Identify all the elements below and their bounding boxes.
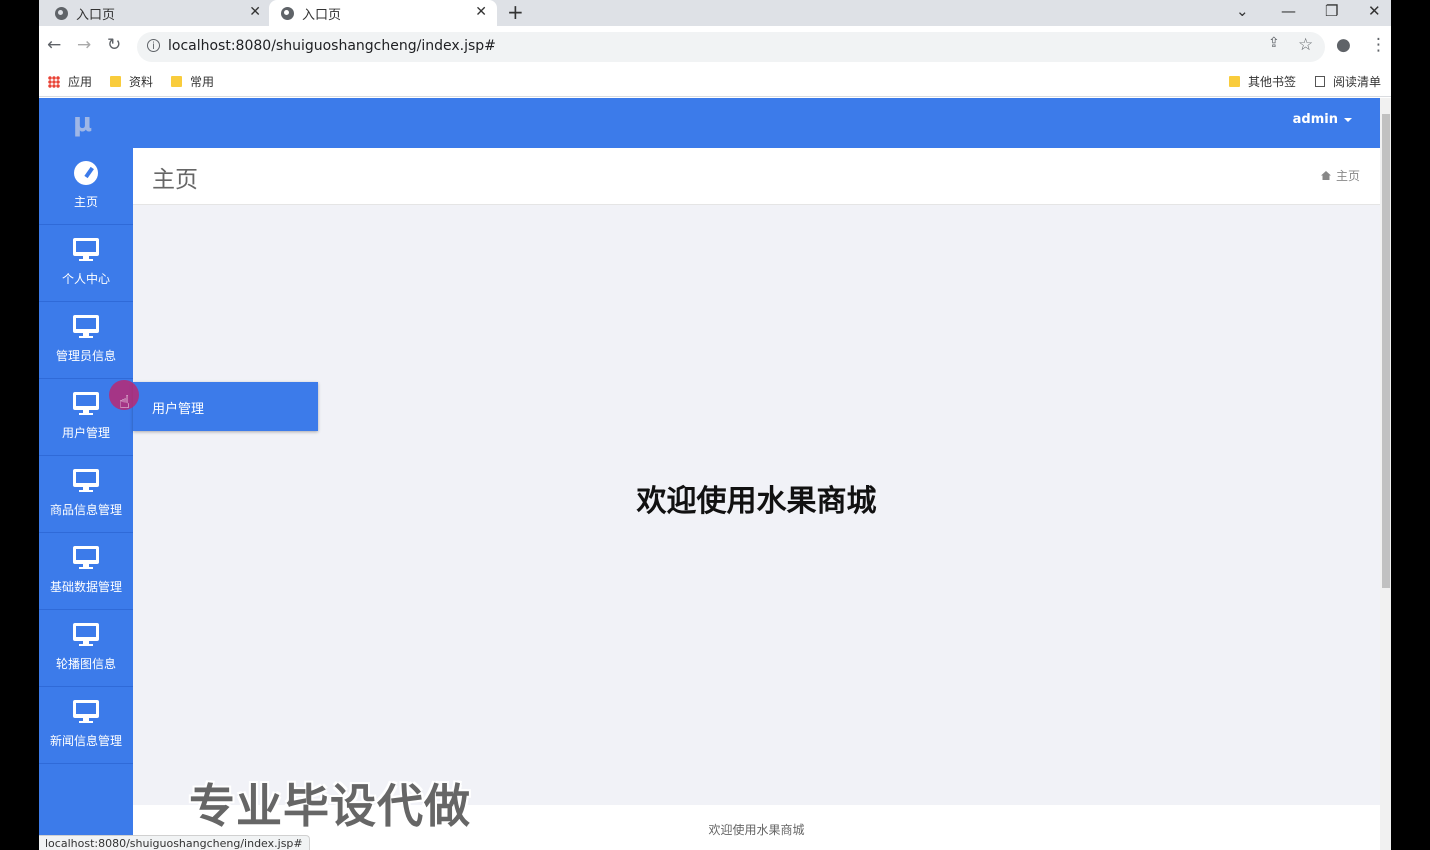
sidebar-item-label: 管理员信息 [55,349,116,363]
monitor-icon [73,546,99,570]
sidebar-item-label: 轮播图信息 [55,657,116,671]
browser-tab-1[interactable]: 入口页 ✕ [43,0,271,26]
menu-kebab-icon[interactable]: ⋮ [1370,35,1387,55]
window-close-icon[interactable]: ✕ [1368,0,1381,24]
bookmark-star-icon[interactable]: ☆ [1298,35,1313,55]
tab-bar: 入口页 ✕ 入口页 ✕ + ⌄ — ❐ ✕ [39,0,1391,26]
url-text: localhost:8080/shuiguoshangcheng/index.j… [168,38,496,54]
sidebar-item-profile[interactable]: 个人中心 [39,225,133,302]
submenu-item-label: 用户管理 [152,402,205,417]
top-header: μ admin [39,98,1380,148]
monitor-icon [73,315,99,339]
new-tab-button[interactable]: + [507,0,524,26]
share-icon[interactable]: ⇪ [1268,35,1280,51]
browser-toolbar: ← → ↻ i localhost:8080/shuiguoshangcheng… [39,26,1391,66]
sidebar-item-base-data[interactable]: 基础数据管理 [39,533,133,610]
monitor-icon [73,623,99,647]
sidebar-item-admin-info[interactable]: 管理员信息 [39,302,133,379]
other-bookmarks[interactable]: 其他书签 [1229,73,1296,90]
bookmark-label: 应用 [68,75,93,89]
globe-icon [281,6,294,20]
page-scrollbar[interactable] [1380,98,1391,850]
monitor-icon [73,700,99,724]
bookmark-label: 阅读清单 [1333,75,1382,89]
page-title: 主页 [152,167,198,193]
dashboard-icon [73,161,99,185]
minimize-icon[interactable]: — [1281,0,1296,24]
browser-window: 入口页 ✕ 入口页 ✕ + ⌄ — ❐ ✕ ← → ↻ i localhost:… [39,0,1391,850]
logo: μ [73,108,93,138]
bookmarks-bar: 应用 资料 常用 其他书签 阅读清单 [39,66,1391,97]
address-bar[interactable]: i localhost:8080/shuiguoshangcheng/index… [137,32,1325,62]
tab-search-icon[interactable]: ⌄ [1236,0,1249,24]
info-icon[interactable]: i [147,39,160,52]
monitor-icon [73,238,99,262]
sidebar-item-label: 基础数据管理 [49,580,122,594]
bookmark-label: 资料 [129,75,154,89]
bookmark-apps[interactable]: 应用 [48,73,92,90]
back-icon[interactable]: ← [47,35,61,55]
profile-icon[interactable]: ● [1336,35,1351,55]
sidebar-item-label: 用户管理 [61,426,110,440]
folder-icon [171,76,182,87]
sidebar: 主页 个人中心 管理员信息 用户管理 商品信息管理 基础数据管理 轮播图信息 新… [39,148,133,850]
sidebar-item-label: 个人中心 [61,272,110,286]
sidebar-item-label: 商品信息管理 [49,503,122,517]
sidebar-item-product-management[interactable]: 商品信息管理 [39,456,133,533]
breadcrumb[interactable]: 主页 [1320,167,1360,184]
reload-icon[interactable]: ↻ [107,35,121,55]
monitor-icon [73,392,99,416]
hand-cursor-icon: ☝ [119,392,130,413]
bookmark-label: 其他书签 [1248,75,1297,89]
sidebar-item-home[interactable]: 主页 [39,148,133,225]
apps-grid-icon [48,75,60,88]
submenu-user-management[interactable]: 用户管理 [133,382,318,431]
caret-down-icon [1344,117,1352,122]
sidebar-item-label: 主页 [73,195,98,209]
restore-icon[interactable]: ❐ [1325,0,1338,24]
sidebar-item-news[interactable]: 新闻信息管理 [39,687,133,764]
bookmark-label: 常用 [190,75,215,89]
bookmark-folder-2[interactable]: 常用 [171,73,214,90]
username: admin [1292,112,1338,127]
home-icon [1320,171,1331,180]
reading-list[interactable]: 阅读清单 [1315,73,1381,90]
close-icon[interactable]: ✕ [249,4,261,20]
screen-left-edge [0,0,39,850]
tab-title: 入口页 [302,7,342,23]
forward-icon[interactable]: → [77,35,91,55]
bookmark-folder-1[interactable]: 资料 [110,73,153,90]
folder-icon [1229,76,1240,87]
folder-icon [110,76,121,87]
reading-list-icon [1315,76,1325,87]
page-header: 主页 主页 [133,148,1380,205]
status-bar: localhost:8080/shuiguoshangcheng/index.j… [39,835,310,850]
globe-icon [55,6,68,20]
welcome-heading: 欢迎使用水果商城 [636,484,877,519]
watermark: 专业毕设代做 [189,779,471,833]
close-icon[interactable]: ✕ [475,4,487,20]
monitor-icon [73,469,99,493]
admin-dropdown[interactable]: admin [1293,112,1352,127]
breadcrumb-label: 主页 [1335,169,1360,183]
sidebar-item-carousel[interactable]: 轮播图信息 [39,610,133,687]
scroll-thumb[interactable] [1382,114,1390,588]
browser-tab-2[interactable]: 入口页 ✕ [269,0,497,26]
sidebar-item-label: 新闻信息管理 [49,734,122,748]
tab-title: 入口页 [76,7,116,23]
app-viewport: μ admin 主页 个人中心 管理员信息 用户管理 商品信息管理 基础数据管理… [39,98,1380,850]
